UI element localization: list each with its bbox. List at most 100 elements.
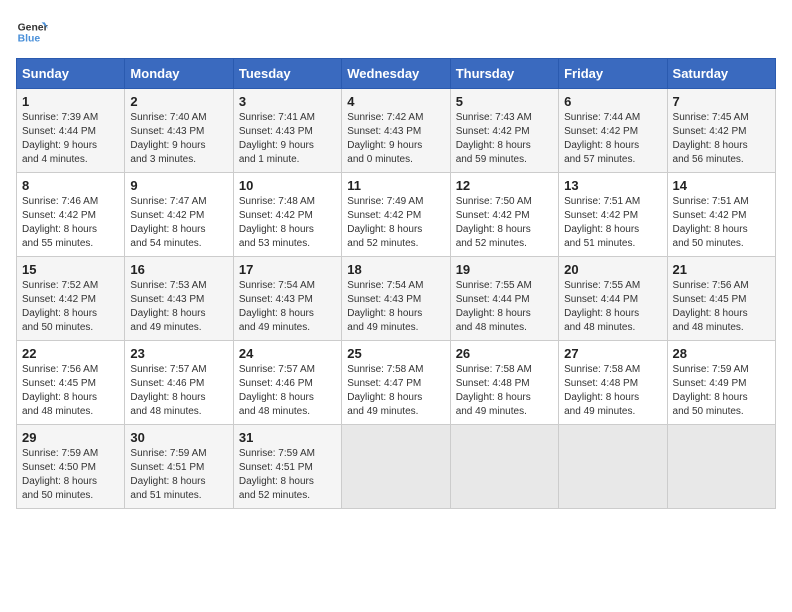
day-number: 11 xyxy=(347,178,444,193)
day-info: Sunrise: 7:55 AM Sunset: 4:44 PM Dayligh… xyxy=(564,279,661,335)
calendar-cell: 30Sunrise: 7:59 AM Sunset: 4:51 PM Dayli… xyxy=(125,425,233,509)
day-info: Sunrise: 7:40 AM Sunset: 4:43 PM Dayligh… xyxy=(130,111,227,167)
calendar-cell: 25Sunrise: 7:58 AM Sunset: 4:47 PM Dayli… xyxy=(342,341,450,425)
day-number: 9 xyxy=(130,178,227,193)
weekday-header-saturday: Saturday xyxy=(667,59,775,89)
calendar-week-3: 15 Sunrise: 7:52 AM Sunset: 4:42 PM Dayli… xyxy=(17,257,776,341)
day-info: Sunrise: 7:58 AM Sunset: 4:48 PM Dayligh… xyxy=(456,363,553,419)
calendar-cell: 26Sunrise: 7:58 AM Sunset: 4:48 PM Dayli… xyxy=(450,341,558,425)
day-info: Sunrise: 7:50 AM Sunset: 4:42 PM Dayligh… xyxy=(456,195,553,251)
day-info: Sunrise: 7:48 AM Sunset: 4:42 PM Dayligh… xyxy=(239,195,336,251)
day-number: 27 xyxy=(564,346,661,361)
day-number: 15 xyxy=(22,262,119,277)
day-number: 12 xyxy=(456,178,553,193)
day-number: 2 xyxy=(130,94,227,109)
calendar-cell: 17 Sunrise: 7:54 AM Sunset: 4:43 PM Dayli… xyxy=(233,257,341,341)
calendar-cell: 4 Sunrise: 7:42 AM Sunset: 4:43 PM Daylig… xyxy=(342,89,450,173)
weekday-header-monday: Monday xyxy=(125,59,233,89)
header: General Blue xyxy=(16,16,776,48)
calendar-cell xyxy=(667,425,775,509)
weekday-header-friday: Friday xyxy=(559,59,667,89)
logo: General Blue xyxy=(16,16,52,48)
svg-text:Blue: Blue xyxy=(18,34,41,45)
day-number: 20 xyxy=(564,262,661,277)
day-info: Sunrise: 7:58 AM Sunset: 4:47 PM Dayligh… xyxy=(347,363,444,419)
weekday-header-sunday: Sunday xyxy=(17,59,125,89)
calendar-cell: 9 Sunrise: 7:47 AM Sunset: 4:42 PM Daylig… xyxy=(125,173,233,257)
calendar-cell: 6 Sunrise: 7:44 AM Sunset: 4:42 PM Daylig… xyxy=(559,89,667,173)
calendar-cell: 24Sunrise: 7:57 AM Sunset: 4:46 PM Dayli… xyxy=(233,341,341,425)
day-number: 13 xyxy=(564,178,661,193)
day-info: Sunrise: 7:51 AM Sunset: 4:42 PM Dayligh… xyxy=(673,195,770,251)
day-info: Sunrise: 7:53 AM Sunset: 4:43 PM Dayligh… xyxy=(130,279,227,335)
day-info: Sunrise: 7:59 AM Sunset: 4:50 PM Dayligh… xyxy=(22,447,119,503)
day-info: Sunrise: 7:57 AM Sunset: 4:46 PM Dayligh… xyxy=(239,363,336,419)
calendar-cell: 19Sunrise: 7:55 AM Sunset: 4:44 PM Dayli… xyxy=(450,257,558,341)
calendar-header: SundayMondayTuesdayWednesdayThursdayFrid… xyxy=(17,59,776,89)
calendar-cell: 22 Sunrise: 7:56 AM Sunset: 4:45 PM Dayli… xyxy=(17,341,125,425)
calendar-table: SundayMondayTuesdayWednesdayThursdayFrid… xyxy=(16,58,776,509)
day-number: 30 xyxy=(130,430,227,445)
day-info: Sunrise: 7:39 AM Sunset: 4:44 PM Dayligh… xyxy=(22,111,119,167)
day-info: Sunrise: 7:43 AM Sunset: 4:42 PM Dayligh… xyxy=(456,111,553,167)
day-number: 28 xyxy=(673,346,770,361)
day-number: 17 xyxy=(239,262,336,277)
day-info: Sunrise: 7:47 AM Sunset: 4:42 PM Dayligh… xyxy=(130,195,227,251)
day-number: 7 xyxy=(673,94,770,109)
calendar-cell: 14 Sunrise: 7:51 AM Sunset: 4:42 PM Dayli… xyxy=(667,173,775,257)
weekday-header-wednesday: Wednesday xyxy=(342,59,450,89)
day-info: Sunrise: 7:54 AM Sunset: 4:43 PM Dayligh… xyxy=(347,279,444,335)
day-number: 22 xyxy=(22,346,119,361)
weekday-row: SundayMondayTuesdayWednesdayThursdayFrid… xyxy=(17,59,776,89)
day-info: Sunrise: 7:56 AM Sunset: 4:45 PM Dayligh… xyxy=(673,279,770,335)
logo-icon: General Blue xyxy=(16,16,48,48)
day-number: 6 xyxy=(564,94,661,109)
calendar-cell: 13 Sunrise: 7:51 AM Sunset: 4:42 PM Dayli… xyxy=(559,173,667,257)
day-info: Sunrise: 7:52 AM Sunset: 4:42 PM Dayligh… xyxy=(22,279,119,335)
day-info: Sunrise: 7:42 AM Sunset: 4:43 PM Dayligh… xyxy=(347,111,444,167)
calendar-cell: 27 Sunrise: 7:58 AM Sunset: 4:48 PM Dayli… xyxy=(559,341,667,425)
day-info: Sunrise: 7:58 AM Sunset: 4:48 PM Dayligh… xyxy=(564,363,661,419)
calendar-cell: 10Sunrise: 7:48 AM Sunset: 4:42 PM Dayli… xyxy=(233,173,341,257)
calendar-cell: 12 Sunrise: 7:50 AM Sunset: 4:42 PM Dayli… xyxy=(450,173,558,257)
day-number: 4 xyxy=(347,94,444,109)
calendar-cell: 2 Sunrise: 7:40 AM Sunset: 4:43 PM Daylig… xyxy=(125,89,233,173)
day-number: 21 xyxy=(673,262,770,277)
calendar-cell: 31Sunrise: 7:59 AM Sunset: 4:51 PM Dayli… xyxy=(233,425,341,509)
day-number: 8 xyxy=(22,178,119,193)
calendar-cell: 8 Sunrise: 7:46 AM Sunset: 4:42 PM Daylig… xyxy=(17,173,125,257)
calendar-cell: 11 Sunrise: 7:49 AM Sunset: 4:42 PM Dayli… xyxy=(342,173,450,257)
calendar-week-5: 29 Sunrise: 7:59 AM Sunset: 4:50 PM Dayli… xyxy=(17,425,776,509)
day-number: 14 xyxy=(673,178,770,193)
day-number: 29 xyxy=(22,430,119,445)
calendar-cell: 1Sunrise: 7:39 AM Sunset: 4:44 PM Daylig… xyxy=(17,89,125,173)
calendar-cell xyxy=(450,425,558,509)
calendar-week-4: 22 Sunrise: 7:56 AM Sunset: 4:45 PM Dayli… xyxy=(17,341,776,425)
day-info: Sunrise: 7:49 AM Sunset: 4:42 PM Dayligh… xyxy=(347,195,444,251)
day-info: Sunrise: 7:51 AM Sunset: 4:42 PM Dayligh… xyxy=(564,195,661,251)
calendar-cell: 18 Sunrise: 7:54 AM Sunset: 4:43 PM Dayli… xyxy=(342,257,450,341)
calendar-cell: 7 Sunrise: 7:45 AM Sunset: 4:42 PM Daylig… xyxy=(667,89,775,173)
day-info: Sunrise: 7:59 AM Sunset: 4:51 PM Dayligh… xyxy=(239,447,336,503)
day-info: Sunrise: 7:44 AM Sunset: 4:42 PM Dayligh… xyxy=(564,111,661,167)
day-number: 23 xyxy=(130,346,227,361)
calendar-cell xyxy=(342,425,450,509)
calendar-cell: 3Sunrise: 7:41 AM Sunset: 4:43 PM Daylig… xyxy=(233,89,341,173)
calendar-cell: 20 Sunrise: 7:55 AM Sunset: 4:44 PM Dayli… xyxy=(559,257,667,341)
day-info: Sunrise: 7:46 AM Sunset: 4:42 PM Dayligh… xyxy=(22,195,119,251)
calendar-cell: 28Sunrise: 7:59 AM Sunset: 4:49 PM Dayli… xyxy=(667,341,775,425)
day-info: Sunrise: 7:57 AM Sunset: 4:46 PM Dayligh… xyxy=(130,363,227,419)
day-number: 19 xyxy=(456,262,553,277)
calendar-week-1: 1Sunrise: 7:39 AM Sunset: 4:44 PM Daylig… xyxy=(17,89,776,173)
day-info: Sunrise: 7:41 AM Sunset: 4:43 PM Dayligh… xyxy=(239,111,336,167)
day-number: 18 xyxy=(347,262,444,277)
weekday-header-thursday: Thursday xyxy=(450,59,558,89)
day-info: Sunrise: 7:45 AM Sunset: 4:42 PM Dayligh… xyxy=(673,111,770,167)
calendar-cell: 5 Sunrise: 7:43 AM Sunset: 4:42 PM Daylig… xyxy=(450,89,558,173)
day-number: 5 xyxy=(456,94,553,109)
day-info: Sunrise: 7:56 AM Sunset: 4:45 PM Dayligh… xyxy=(22,363,119,419)
day-info: Sunrise: 7:54 AM Sunset: 4:43 PM Dayligh… xyxy=(239,279,336,335)
calendar-cell: 15 Sunrise: 7:52 AM Sunset: 4:42 PM Dayli… xyxy=(17,257,125,341)
calendar-body: 1Sunrise: 7:39 AM Sunset: 4:44 PM Daylig… xyxy=(17,89,776,509)
calendar-week-2: 8 Sunrise: 7:46 AM Sunset: 4:42 PM Daylig… xyxy=(17,173,776,257)
